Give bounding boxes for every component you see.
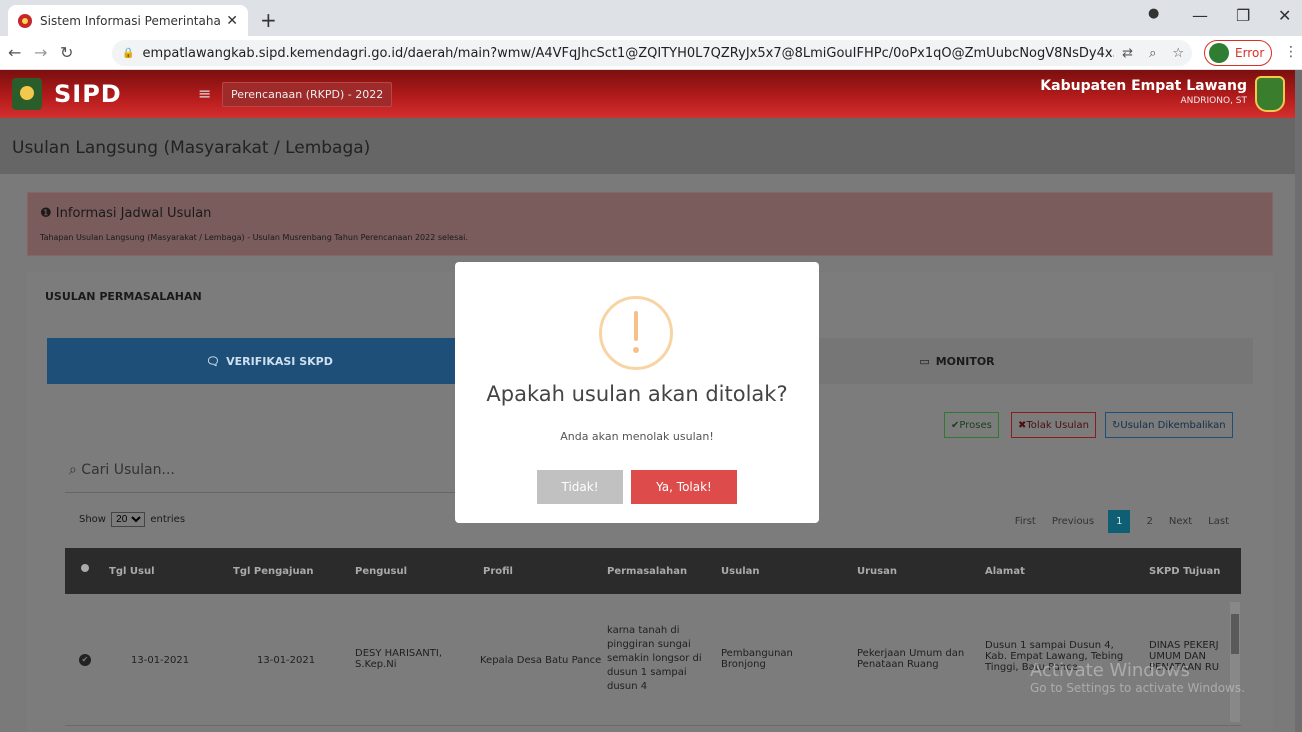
confirm-dialog: Apakah usulan akan ditolak? Anda akan me… bbox=[455, 262, 819, 523]
tolak-usulan-button[interactable]: ✖ Tolak Usulan bbox=[1011, 412, 1096, 438]
minimize-icon[interactable]: — bbox=[1192, 6, 1208, 25]
page-next[interactable]: Next bbox=[1169, 516, 1192, 527]
tab-title: Sistem Informasi Pemerintahan D bbox=[40, 13, 221, 28]
page-last[interactable]: Last bbox=[1208, 516, 1229, 527]
dialog-text: Anda akan menolak usulan! bbox=[560, 430, 714, 443]
chat-icon: 🗨 bbox=[206, 354, 221, 368]
zoom-icon[interactable]: ⌕ bbox=[1149, 46, 1156, 61]
warning-icon bbox=[599, 296, 673, 370]
cell-profil: Kepala Desa Batu Pance bbox=[480, 655, 602, 666]
cell-usulan: Pembangunan Bronjong bbox=[721, 648, 793, 670]
card-title: USULAN PERMASALAHAN bbox=[45, 290, 202, 303]
search-icon: ⌕ bbox=[69, 462, 82, 478]
sipd-logo-icon bbox=[12, 78, 42, 110]
monitor-icon: ▭ bbox=[919, 354, 930, 368]
browser-tabbar: Sistem Informasi Pemerintahan D ✕ + ● — … bbox=[0, 0, 1302, 36]
col-tgl-pengajuan[interactable]: Tgl Pengajuan bbox=[233, 566, 313, 577]
confirm-reject-button[interactable]: Ya, Tolak! bbox=[631, 470, 737, 504]
error-label: Error bbox=[1235, 46, 1265, 60]
page-previous[interactable]: Previous bbox=[1052, 516, 1094, 527]
col-usulan[interactable]: Usulan bbox=[721, 566, 760, 577]
profile-error-button[interactable]: Error bbox=[1204, 40, 1272, 66]
page-first[interactable]: First bbox=[1015, 516, 1036, 527]
cell-pengusul: DESY HARISANTI, S.Kep.Ni bbox=[355, 648, 443, 670]
browser-tab[interactable]: Sistem Informasi Pemerintahan D ✕ bbox=[8, 5, 248, 36]
page-title-bar: Usulan Langsung (Masyarakat / Lembaga) bbox=[0, 118, 1295, 174]
refresh-icon: ↻ bbox=[1112, 419, 1121, 431]
search-input[interactable]: ⌕ Cari Usulan... bbox=[69, 462, 175, 478]
entries-select[interactable]: 20 bbox=[111, 512, 146, 527]
hamburger-menu-icon[interactable]: ≡ bbox=[198, 84, 211, 103]
cell-urusan: Pekerjaan Umum dan Penataan Ruang bbox=[857, 648, 965, 670]
brand-title: SIPD bbox=[54, 80, 122, 108]
cell-tgl-usul: 13-01-2021 bbox=[131, 655, 190, 666]
address-bar: ← → ↻ 🔒 empatlawangkab.sipd.kemendagri.g… bbox=[0, 36, 1302, 70]
period-selector[interactable]: Perencanaan (RKPD) - 2022 bbox=[222, 82, 393, 107]
url-field[interactable]: 🔒 empatlawangkab.sipd.kemendagri.go.id/d… bbox=[112, 40, 1192, 66]
schedule-alert: ❶ Informasi Jadwal Usulan Tahapan Usulan… bbox=[27, 192, 1273, 256]
table-header: Tgl Usul Tgl Pengajuan Pengusul Profil P… bbox=[65, 548, 1241, 594]
translate-icon[interactable]: ⇄ bbox=[1122, 46, 1133, 61]
browser-menu-icon[interactable]: ⋮ bbox=[1284, 44, 1298, 60]
tab-monitor[interactable]: ▭ MONITOR bbox=[787, 338, 1127, 384]
user-name: ANDRIONO, ST bbox=[1180, 96, 1247, 106]
region-crest-icon bbox=[1255, 76, 1285, 112]
dialog-title: Apakah usulan akan ditolak? bbox=[486, 382, 788, 406]
col-urusan[interactable]: Urusan bbox=[857, 566, 897, 577]
close-tab-icon[interactable]: ✕ bbox=[226, 13, 238, 29]
page-title: Usulan Langsung (Masyarakat / Lembaga) bbox=[12, 138, 371, 158]
col-alamat[interactable]: Alamat bbox=[985, 566, 1025, 577]
profile-icon[interactable]: ● bbox=[1148, 6, 1159, 21]
alert-heading: ❶ Informasi Jadwal Usulan bbox=[40, 206, 212, 221]
row-checked-icon[interactable]: ✔ bbox=[79, 654, 91, 666]
page-scrollbar[interactable] bbox=[1295, 70, 1302, 732]
app-header: SIPD ≡ Perencanaan (RKPD) - 2022 Kabupat… bbox=[0, 70, 1295, 118]
alert-body: Tahapan Usulan Langsung (Masyarakat / Le… bbox=[40, 233, 468, 242]
page-1[interactable]: 1 bbox=[1108, 510, 1131, 533]
col-pengusul[interactable]: Pengusul bbox=[355, 566, 407, 577]
col-profil[interactable]: Profil bbox=[483, 566, 513, 577]
col-tgl-usul[interactable]: Tgl Usul bbox=[109, 566, 155, 577]
forward-icon[interactable]: → bbox=[34, 43, 47, 62]
col-permasalahan[interactable]: Permasalahan bbox=[607, 566, 687, 577]
tab-verifikasi[interactable]: 🗨 VERIFIKASI SKPD bbox=[47, 338, 492, 384]
check-icon: ✔ bbox=[951, 419, 960, 431]
select-all-icon[interactable] bbox=[81, 564, 89, 572]
site-favicon-icon bbox=[18, 13, 32, 28]
cancel-button[interactable]: Tidak! bbox=[537, 470, 623, 504]
cell-permasalahan: karna tanah di pinggiran sungai semakin … bbox=[607, 625, 702, 692]
region-info: Kabupaten Empat Lawang ANDRIONO, ST bbox=[1040, 78, 1247, 106]
alert-info-icon: ❶ bbox=[40, 206, 56, 221]
bookmark-star-icon[interactable]: ☆ bbox=[1172, 46, 1184, 61]
cell-tgl-pengajuan: 13-01-2021 bbox=[257, 655, 316, 666]
avatar bbox=[1209, 43, 1229, 63]
usulan-dikembalikan-button[interactable]: ↻ Usulan Dikembalikan bbox=[1105, 412, 1233, 438]
reload-icon[interactable]: ↻ bbox=[60, 43, 73, 62]
page-2[interactable]: 2 bbox=[1146, 516, 1152, 527]
window-close-icon[interactable]: ✕ bbox=[1278, 6, 1291, 25]
table-scroll-thumb[interactable] bbox=[1231, 614, 1239, 654]
restore-icon[interactable]: ❐ bbox=[1236, 6, 1250, 25]
lock-icon: 🔒 bbox=[122, 47, 135, 59]
url-text: empatlawangkab.sipd.kemendagri.go.id/dae… bbox=[142, 45, 1115, 61]
back-icon[interactable]: ← bbox=[8, 43, 21, 62]
windows-activation-watermark: Activate Windows Go to Settings to activ… bbox=[1030, 660, 1245, 695]
new-tab-icon[interactable]: + bbox=[260, 8, 277, 32]
entries-control: Show 20 entries bbox=[79, 512, 185, 527]
pagination: First Previous 1 2 Next Last bbox=[999, 510, 1229, 533]
region-name: Kabupaten Empat Lawang bbox=[1040, 78, 1247, 94]
col-skpd-tujuan[interactable]: SKPD Tujuan bbox=[1149, 566, 1220, 577]
proses-button[interactable]: ✔ Proses bbox=[944, 412, 999, 438]
